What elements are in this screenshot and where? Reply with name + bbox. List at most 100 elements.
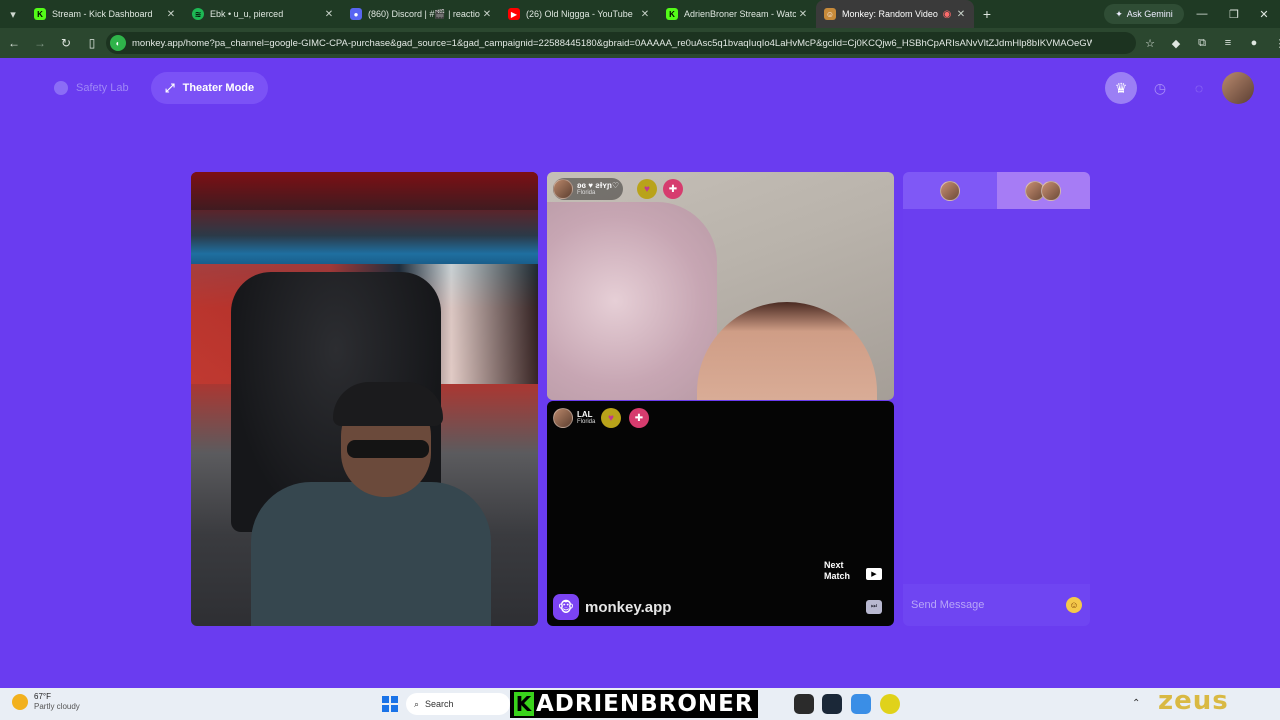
gift-icon[interactable]: ✚ [663,179,683,199]
extension-icon[interactable]: ◆ [1166,32,1186,54]
messages-button[interactable]: ◌ [1183,72,1215,104]
steam-icon[interactable] [822,694,842,714]
message-composer: ☺ [903,584,1090,626]
back-icon[interactable]: ← [2,31,26,55]
chat-tab-partner-2[interactable] [996,172,1090,209]
skip-button[interactable]: ⏭ [866,600,882,614]
shield-icon [54,81,68,95]
safety-lab-button[interactable]: Safety Lab [40,72,143,104]
obs-icon[interactable] [794,694,814,714]
gift-icon[interactable]: ✚ [629,408,649,428]
cap [333,382,443,426]
search-label: Search [425,699,454,709]
partner-name-block: LAL Florida [577,410,596,426]
sunglasses [347,440,429,458]
address-bar[interactable]: ◐ monkey.app/home?pa_channel=google-GIMC… [106,32,1136,54]
close-icon[interactable]: ✕ [638,9,652,20]
chat-panel: ☺ [903,172,1090,626]
safety-lab-label: Safety Lab [76,82,129,94]
chat-tab-partner-1[interactable] [903,172,997,209]
heart-icon[interactable]: ♥ [637,179,657,199]
url-text[interactable]: monkey.app/home?pa_channel=google-GIMC-C… [132,38,1092,49]
browser-tab[interactable]: ▶ (26) Old Niggga - YouTube ✕ [500,0,658,28]
profile-icon[interactable]: ● [1244,32,1264,54]
close-icon[interactable]: ✕ [480,9,494,20]
browser-tab-active[interactable]: ☺ Monkey: Random Video Ch ◉ ✕ [816,0,974,28]
avatar[interactable] [553,408,573,428]
partner-info[interactable]: LAL Florida [553,407,595,429]
partner-video-feed-bottom: LAL Florida ♥ ✚ Next Match ▶ 🐵 monkey.ap… [547,401,894,626]
app-icon[interactable] [851,694,871,714]
forward-icon[interactable]: → [28,31,52,55]
theater-mode-label: Theater Mode [182,82,255,94]
partner-location: Florida [577,419,596,425]
close-icon[interactable]: ✕ [796,9,810,20]
browser-tab[interactable]: K Stream - Kick Dashboard ✕ [26,0,184,28]
ask-gemini-button[interactable]: ✦ Ask Gemini [1104,4,1184,24]
norton-icon[interactable] [880,694,900,714]
kick-icon: K [34,8,46,20]
avatar[interactable] [553,179,573,199]
emoji-icon[interactable]: ☺ [1066,597,1082,613]
puzzle-icon[interactable]: ⧉ [1192,32,1212,54]
next-match-icon[interactable]: ▶ [866,568,882,580]
brand-watermark: 🐵 monkey.app [553,594,671,620]
next-match-label[interactable]: Next Match [824,560,854,582]
window-close-button[interactable]: ✕ [1248,0,1280,28]
minimize-button[interactable]: — [1186,0,1218,28]
discord-icon: ● [350,8,362,20]
chat-tabs [903,172,1090,209]
spotify-icon: ≋ [192,8,204,20]
system-tray-chevron-icon[interactable]: ⌃ [1132,698,1140,709]
menu-icon[interactable]: ⋮ [1270,32,1280,54]
new-tab-button[interactable]: + [974,6,1000,22]
tab-title: (26) Old Niggga - YouTube [526,9,633,19]
theater-mode-button[interactable]: ⤢ Theater Mode [151,72,269,104]
browser-tab-bar: ▾ K Stream - Kick Dashboard ✕ ≋ Ebk • u_… [0,0,1280,28]
streamer-name: ADRIENBRONER [536,691,754,717]
weather-widget[interactable]: 67°F Partly cloudy [12,692,80,712]
zeus-watermark: zeus [1158,686,1229,716]
recording-icon: ◉ [942,8,952,20]
tab-title: AdrienBroner Stream - Watch L [684,9,796,19]
blanket [547,202,717,400]
windows-start-icon[interactable] [382,696,398,712]
crown-button[interactable]: ♛ [1105,72,1137,104]
reload-icon[interactable]: ↻ [54,31,78,55]
monkey-logo-icon: 🐵 [553,594,579,620]
browser-tab[interactable]: ≋ Ebk • u_u, pierced ✕ [184,0,342,28]
partner-video-feed-top: ʚɞ ♥ ƨɫʏɲ♡ Florida ♥ ✚ [547,172,894,400]
media-icon[interactable]: ≡ [1218,32,1238,54]
close-icon[interactable]: ✕ [164,9,178,20]
close-icon[interactable]: ✕ [954,9,968,20]
expand-icon: ⤢ [165,80,175,95]
partner-info[interactable]: ʚɞ ♥ ƨɫʏɲ♡ Florida [553,178,624,200]
tab-search-icon[interactable]: ▾ [0,0,26,28]
heart-icon[interactable]: ♥ [601,408,621,428]
browser-tab[interactable]: K AdrienBroner Stream - Watch L ✕ [658,0,816,28]
send-message-input[interactable] [911,599,1066,611]
taskbar-search[interactable]: ⌕ Search [406,693,510,715]
crown-icon: ♛ [1114,79,1128,96]
chat-bubble-icon: ◌ [1194,80,1204,96]
site-info-icon[interactable]: ◐ [110,35,126,51]
close-icon[interactable]: ✕ [322,9,336,20]
maximize-button[interactable]: ❐ [1218,0,1250,28]
sidebar-icon[interactable]: ▯ [80,31,104,55]
tab-title: (860) Discord | #🎬 | reactions [368,8,480,19]
profile-avatar[interactable] [1222,72,1254,104]
kick-icon: K [666,8,678,20]
partner-face [697,302,877,400]
partner-name: LAL [577,410,593,419]
bookmark-star-icon[interactable]: ☆ [1140,32,1160,54]
tab-title: Stream - Kick Dashboard [52,9,153,19]
partner-location: Florida [577,190,596,196]
boxing-ring-background [191,172,538,210]
tab-title: Ebk • u_u, pierced [210,9,284,19]
monkey-page: Safety Lab ⤢ Theater Mode ♛ ◷ ◌ ʚɞ ♥ ƨɫʏ… [0,58,1280,688]
browser-tab[interactable]: ● (860) Discord | #🎬 | reactions ✕ [342,0,500,28]
self-video-feed [191,172,538,626]
history-button[interactable]: ◷ [1144,72,1176,104]
monkey-icon: ☺ [824,8,836,20]
weather-text: 67°F Partly cloudy [34,692,80,712]
